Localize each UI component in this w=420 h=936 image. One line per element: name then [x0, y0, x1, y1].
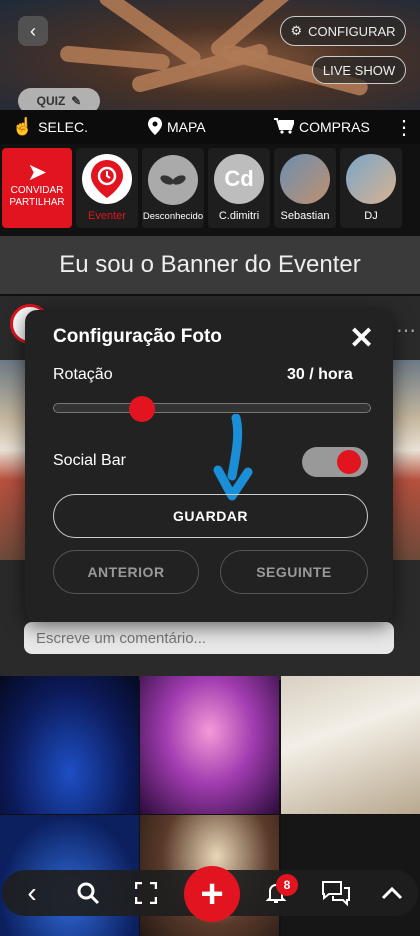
gallery-photo[interactable]	[281, 676, 420, 814]
gallery-photo[interactable]	[140, 676, 279, 814]
contact-item[interactable]: Cd C.dimitri	[208, 148, 270, 228]
select-menu-item[interactable]: ☝ SELEC.	[12, 117, 88, 137]
save-label: GUARDAR	[172, 508, 249, 524]
more-options-icon[interactable]: ⋮	[394, 115, 414, 140]
rotation-slider[interactable]	[53, 403, 371, 413]
chat-icon[interactable]	[314, 870, 358, 916]
avatar-initials: Cd	[214, 154, 264, 204]
share-label: PARTILHAR	[9, 197, 65, 208]
cart-icon	[274, 117, 296, 137]
avatar	[280, 154, 330, 204]
contact-item[interactable]: Desconhecido	[142, 148, 204, 228]
shop-label: COMPRAS	[299, 119, 370, 135]
add-button[interactable]: +	[184, 866, 240, 922]
contact-name: Desconhecido	[142, 211, 204, 222]
gallery-photo[interactable]	[0, 676, 139, 814]
next-button[interactable]: SEGUINTE	[220, 550, 368, 594]
rotation-slider-handle[interactable]	[129, 396, 155, 422]
invite-share-button[interactable]: ➤ CONVIDAR PARTILHAR	[2, 148, 72, 228]
banner-text: Eu sou o Banner do Eventer	[59, 251, 361, 278]
plus-icon: +	[200, 871, 224, 916]
notification-badge: 8	[276, 874, 298, 896]
search-icon[interactable]	[68, 870, 108, 916]
chevron-left-icon: ‹	[30, 20, 36, 41]
back-button[interactable]: ‹	[18, 16, 48, 46]
select-label: SELEC.	[38, 119, 88, 135]
contact-name: C.dimitri	[218, 210, 260, 222]
map-pin-icon	[148, 116, 162, 138]
contact-name: Eventer	[88, 210, 126, 222]
post-options-icon[interactable]: ⋯	[396, 318, 416, 343]
contacts-row: ➤ CONVIDAR PARTILHAR Eventer Desconhecid…	[0, 148, 420, 230]
hand-pointer-icon: ☝	[12, 117, 34, 136]
contact-name: DJ	[364, 210, 378, 222]
next-label: SEGUINTE	[256, 564, 332, 580]
top-menu-bar: ☝ SELEC. MAPA COMPRAS ⋮	[0, 110, 420, 144]
paper-plane-icon: ➤	[26, 159, 48, 186]
chevron-left-icon[interactable]: ‹	[12, 870, 52, 916]
chevron-up-icon[interactable]	[372, 870, 412, 916]
avatar	[346, 154, 396, 204]
map-menu-item[interactable]: MAPA	[148, 116, 206, 138]
configure-label: CONFIGURAR	[308, 23, 396, 39]
previous-button[interactable]: ANTERIOR	[53, 550, 199, 594]
quiz-label: QUIZ	[36, 94, 66, 108]
social-bar-toggle-knob[interactable]	[337, 450, 361, 474]
gear-icon: ⚙	[290, 23, 303, 38]
social-bar-label: Social Bar	[53, 452, 126, 469]
map-label: MAPA	[167, 119, 206, 135]
fullscreen-icon[interactable]	[126, 870, 166, 916]
eventer-logo-icon	[82, 154, 132, 204]
contact-item[interactable]: DJ	[340, 148, 402, 228]
rotation-label: Rotação	[53, 366, 113, 383]
banner[interactable]: Eu sou o Banner do Eventer	[0, 236, 420, 294]
configure-button[interactable]: ⚙ CONFIGURAR	[280, 16, 406, 46]
live-show-button[interactable]: LIVE SHOW	[312, 56, 406, 84]
live-show-label: LIVE SHOW	[322, 62, 396, 78]
photo-settings-dialog: Configuração Foto ✕ Rotação 30 / hora So…	[25, 310, 393, 622]
contact-name: Sebastian	[280, 210, 330, 222]
contact-item[interactable]: Eventer	[76, 148, 138, 228]
save-button[interactable]: GUARDAR	[53, 494, 368, 538]
close-icon[interactable]: ✕	[349, 324, 374, 354]
previous-label: ANTERIOR	[87, 564, 165, 580]
alien-avatar-icon	[148, 155, 198, 205]
rotation-value: 30 / hora	[287, 366, 353, 383]
edit-icon: ✎	[71, 94, 82, 108]
comment-placeholder: Escreve um comentário...	[36, 629, 207, 647]
contact-item[interactable]: Sebastian	[274, 148, 336, 228]
dialog-title: Configuração Foto	[53, 326, 222, 347]
shop-menu-item[interactable]: COMPRAS	[274, 117, 370, 137]
invite-label: CONVIDAR	[10, 185, 64, 196]
comment-input[interactable]: Escreve um comentário...	[24, 622, 394, 654]
